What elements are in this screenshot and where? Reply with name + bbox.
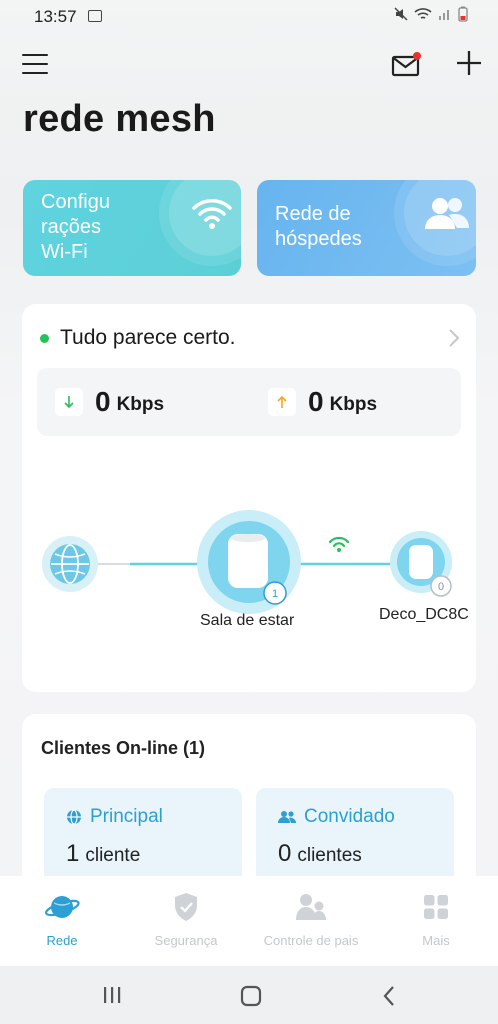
network-topology: 1 0 <box>42 510 452 614</box>
status-icons <box>394 6 468 22</box>
main-deco-node[interactable] <box>197 510 301 614</box>
main-clients-count: 1 cliente <box>66 840 141 867</box>
mute-icon <box>394 7 408 21</box>
main-node-badge: 1 <box>272 588 278 600</box>
status-time: 13:57 <box>34 7 77 26</box>
guest-clients-tile[interactable]: Convidado 0 clientes <box>256 788 454 888</box>
satellite-node-badge: 0 <box>438 581 444 593</box>
main-clients-tile[interactable]: Principal 1 cliente <box>44 788 242 888</box>
internet-globe-icon <box>42 536 98 592</box>
battery-icon <box>458 6 468 22</box>
family-icon <box>249 890 373 924</box>
nav-seguranca[interactable]: Segurança <box>124 890 248 948</box>
system-nav-bar <box>0 966 498 1024</box>
back-icon[interactable] <box>382 985 396 1007</box>
globe-icon <box>67 809 81 825</box>
bottom-nav: Rede Segurança Controle de pais Mais <box>0 876 498 966</box>
image-notification-icon <box>88 10 102 22</box>
nav-controle-pais[interactable]: Controle de pais <box>249 890 373 948</box>
nav-rede-label: Rede <box>46 933 78 948</box>
mail-icon[interactable] <box>391 52 423 78</box>
nav-rede[interactable]: Rede <box>0 890 124 948</box>
wifi-tile-label: Configu rações Wi-Fi <box>41 191 110 263</box>
clients-title: Clientes On-line (1) <box>41 738 206 758</box>
grid-icon <box>374 890 498 924</box>
nav-seguranca-label: Segurança <box>154 933 218 948</box>
main-node-label: Sala de estar <box>200 612 295 629</box>
plus-icon[interactable] <box>456 50 482 76</box>
network-status-card: Tudo parece certo. 0 Kbps 0 Kbps 1 0 Sal… <box>22 304 476 692</box>
guest-clients-label: Convidado <box>304 806 395 827</box>
recent-apps-icon[interactable] <box>102 986 122 1004</box>
users-icon <box>278 811 296 823</box>
guest-clients-count: 0 clientes <box>278 840 362 867</box>
main-clients-label: Principal <box>90 806 163 827</box>
main-clients-header: Principal <box>66 806 163 828</box>
mesh-wifi-icon <box>328 536 350 552</box>
nav-controle-pais-label: Controle de pais <box>263 933 359 948</box>
status-bar: 13:57 <box>0 0 498 32</box>
shield-icon <box>124 890 248 924</box>
planet-icon <box>0 890 124 924</box>
guest-tile-label: Rede de hóspedes <box>275 203 362 250</box>
wifi-status-icon <box>414 8 432 19</box>
wifi-settings-tile[interactable]: Configu rações Wi-Fi <box>23 180 241 276</box>
hamburger-icon[interactable] <box>22 54 48 75</box>
nav-mais-label: Mais <box>422 933 450 948</box>
guest-network-tile[interactable]: Rede de hóspedes <box>257 180 476 276</box>
signal-icon <box>439 10 449 20</box>
nav-mais[interactable]: Mais <box>374 890 498 948</box>
satellite-node-label: Deco_DC8C <box>379 606 469 623</box>
home-icon[interactable] <box>240 985 262 1007</box>
page-title: rede mesh <box>23 98 216 140</box>
wifi-icon <box>169 180 241 256</box>
users-icon <box>404 180 476 256</box>
guest-clients-header: Convidado <box>278 806 395 828</box>
